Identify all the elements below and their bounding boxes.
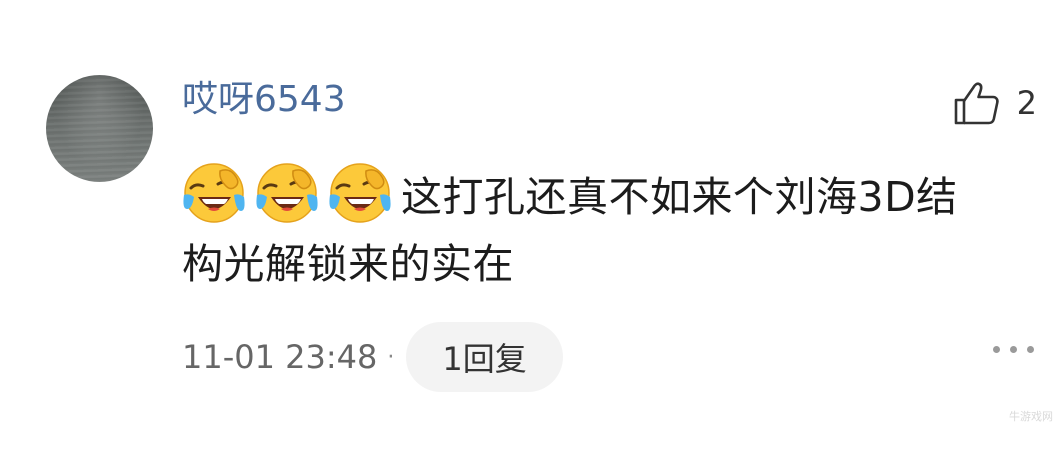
comment-text-line2: 构光解锁来的实在 <box>182 240 514 288</box>
timestamp: 11-01 23:48 <box>182 338 378 376</box>
crying-laughing-emoji <box>328 161 392 225</box>
like-count: 2 <box>1016 84 1037 122</box>
reply-label: 1回复 <box>442 340 527 378</box>
more-dots-icon[interactable] <box>993 346 1034 353</box>
crying-laughing-emoji <box>255 161 319 225</box>
like-button[interactable]: 2 <box>953 80 1037 126</box>
meta-separator: · <box>387 344 395 370</box>
user-avatar[interactable] <box>46 75 153 182</box>
comment-body: 这打孔还真不如来个刘海3D结 构光解锁来的实在 <box>182 161 1042 298</box>
watermark: 牛游戏网 <box>1009 410 1053 423</box>
comment-meta: 11-01 23:48 · 1回复 <box>182 322 563 392</box>
crying-laughing-emoji <box>182 161 246 225</box>
reply-button[interactable]: 1回复 <box>406 322 563 392</box>
username-link[interactable]: 哎呀6543 <box>182 78 346 122</box>
thumbs-up-icon <box>954 82 999 125</box>
comment-text-line1: 这打孔还真不如来个刘海3D结 <box>401 173 958 221</box>
